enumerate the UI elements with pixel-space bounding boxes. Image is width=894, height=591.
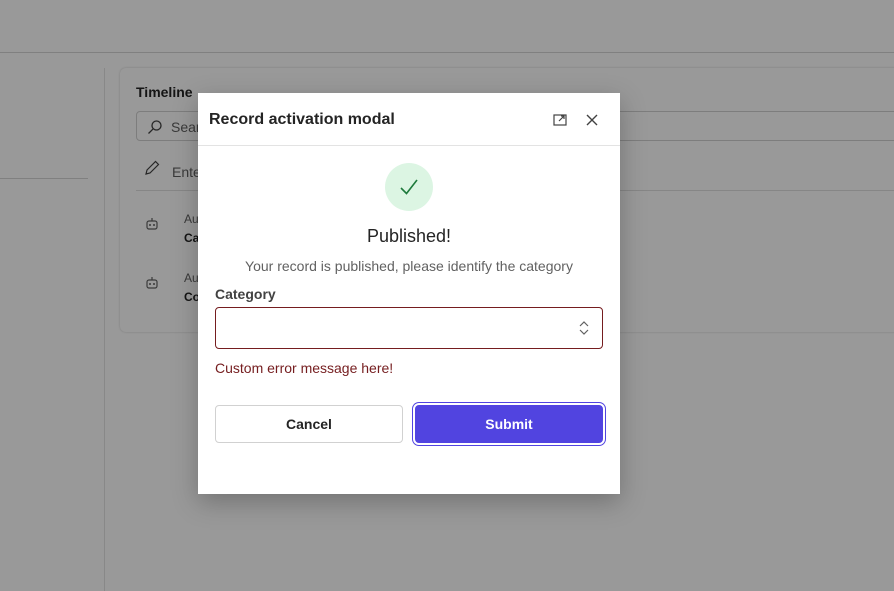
success-subtext: Your record is published, please identif… bbox=[245, 258, 573, 274]
modal-header: Record activation modal bbox=[198, 93, 620, 146]
modal-title: Record activation modal bbox=[209, 111, 395, 128]
submit-button[interactable]: Submit bbox=[415, 405, 603, 443]
checkmark-icon bbox=[400, 179, 418, 195]
success-badge bbox=[385, 163, 433, 211]
category-error-message: Custom error message here! bbox=[215, 360, 394, 376]
cancel-button[interactable]: Cancel bbox=[215, 405, 403, 443]
category-label: Category bbox=[215, 286, 276, 302]
close-button[interactable] bbox=[582, 110, 602, 130]
record-activation-modal: Record activation modal Published! Your … bbox=[198, 93, 620, 494]
success-heading: Published! bbox=[366, 226, 452, 246]
expand-icon bbox=[553, 114, 567, 126]
close-icon bbox=[586, 114, 598, 126]
expand-button[interactable] bbox=[550, 110, 570, 130]
category-select[interactable] bbox=[215, 307, 603, 349]
chevron-up-down-icon bbox=[579, 321, 589, 335]
